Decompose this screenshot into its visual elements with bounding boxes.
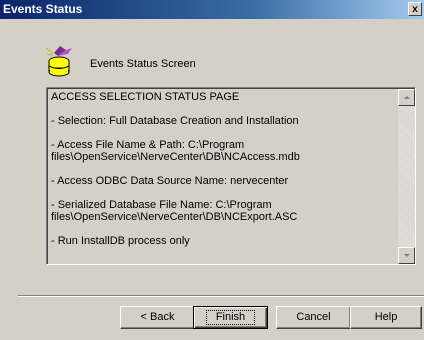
- status-textbox[interactable]: ACCESS SELECTION STATUS PAGE - Selection…: [46, 87, 416, 265]
- status-text: ACCESS SELECTION STATUS PAGE - Selection…: [51, 91, 300, 247]
- screen-label: Events Status Screen: [90, 58, 196, 70]
- separator: [18, 295, 424, 297]
- scroll-up-button[interactable]: [398, 89, 415, 106]
- arrow-down-icon: [403, 254, 410, 257]
- window-title: Events Status: [3, 2, 83, 16]
- finish-label: Finish: [205, 310, 256, 325]
- vertical-scrollbar[interactable]: [398, 89, 415, 264]
- database-wizard-icon: [44, 44, 74, 78]
- title-bar: Events Status x: [0, 0, 424, 19]
- close-icon[interactable]: x: [408, 2, 422, 16]
- back-button[interactable]: < Back: [120, 306, 195, 329]
- cancel-button[interactable]: Cancel: [276, 306, 351, 329]
- finish-button[interactable]: Finish: [193, 306, 268, 329]
- help-button[interactable]: Help: [350, 306, 422, 329]
- arrow-up-icon: [403, 96, 410, 99]
- scroll-down-button[interactable]: [398, 247, 415, 264]
